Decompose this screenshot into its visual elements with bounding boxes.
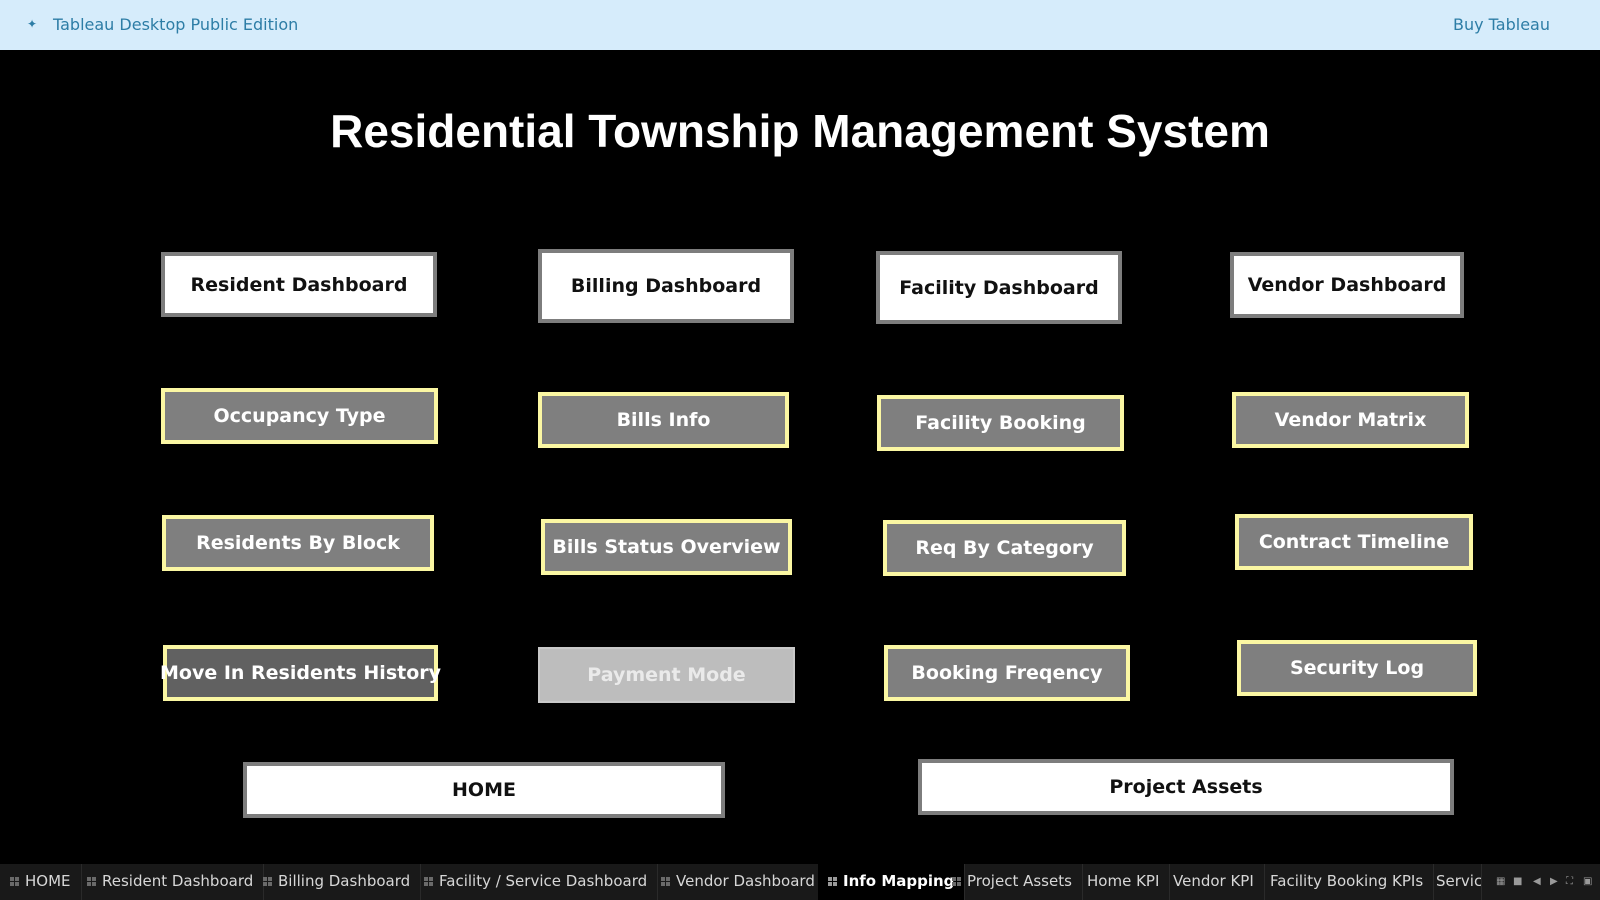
move-in-residents-history-button[interactable]: Move In Residents History [160,645,441,701]
tab-billing-dashboard[interactable]: Billing Dashboard [253,864,422,900]
occupancy-type-button[interactable]: Occupancy Type [161,388,438,444]
home-button[interactable]: HOME [243,762,725,818]
tab-project-assets[interactable]: Project Assets [942,864,1083,900]
resident-dashboard-button[interactable]: Resident Dashboard [161,252,437,317]
facility-dashboard-button[interactable]: Facility Dashboard [876,251,1122,324]
bills-status-overview-button[interactable]: Bills Status Overview [541,519,792,575]
dashboard-icon [952,877,961,886]
project-assets-button[interactable]: Project Assets [918,759,1454,815]
tab-facility-service-dashboard[interactable]: Facility / Service Dashboard [414,864,659,900]
presentation-mode-icon[interactable]: ▣ [1583,876,1592,888]
top-banner: ✦ Tableau Desktop Public Edition Buy Tab… [0,0,1600,50]
filmstrip-view-icon[interactable]: ▦ [1496,876,1505,888]
previous-sheet-icon[interactable]: ◀ [1533,876,1541,888]
tab-resident-dashboard[interactable]: Resident Dashboard [77,864,265,900]
dashboard-icon [828,877,837,886]
tableau-logo-icon: ✦ [26,17,38,31]
sheet-tab-strip: HOME Resident Dashboard Billing Dashboar… [0,864,1600,900]
facility-booking-button[interactable]: Facility Booking [877,395,1124,451]
page-title: Residential Township Management System [330,105,1270,157]
tab-vendor-dashboard[interactable]: Vendor Dashboard [651,864,826,900]
payment-mode-button[interactable]: Payment Mode [538,647,795,703]
req-by-category-button[interactable]: Req By Category [883,520,1126,576]
buy-tableau-link[interactable]: Buy Tableau [1453,15,1550,34]
single-view-icon[interactable]: ■ [1513,876,1522,888]
dashboard-icon [87,877,96,886]
tab-service-truncated[interactable]: Servic [1426,864,1482,900]
fullscreen-icon[interactable]: ⛶ [1566,876,1573,888]
tab-facility-booking-kpis[interactable]: Facility Booking KPIs [1260,864,1435,900]
dashboard-icon [424,877,433,886]
edition-label: Tableau Desktop Public Edition [53,15,299,34]
billing-dashboard-button[interactable]: Billing Dashboard [538,249,794,323]
next-sheet-icon[interactable]: ▶ [1550,876,1558,888]
tab-home-kpi[interactable]: Home KPI [1077,864,1171,900]
vendor-dashboard-button[interactable]: Vendor Dashboard [1230,252,1464,318]
vendor-matrix-button[interactable]: Vendor Matrix [1232,392,1469,448]
contract-timeline-button[interactable]: Contract Timeline [1235,514,1473,570]
dashboard-canvas: Residential Township Management System R… [0,50,1600,864]
dashboard-icon [263,877,272,886]
dashboard-icon [661,877,670,886]
booking-freqency-button[interactable]: Booking Freqency [884,645,1130,701]
bills-info-button[interactable]: Bills Info [538,392,789,448]
residents-by-block-button[interactable]: Residents By Block [162,515,434,571]
tab-vendor-kpi[interactable]: Vendor KPI [1163,864,1265,900]
tab-home[interactable]: HOME [0,864,82,900]
dashboard-icon [10,877,19,886]
security-log-button[interactable]: Security Log [1237,640,1477,696]
